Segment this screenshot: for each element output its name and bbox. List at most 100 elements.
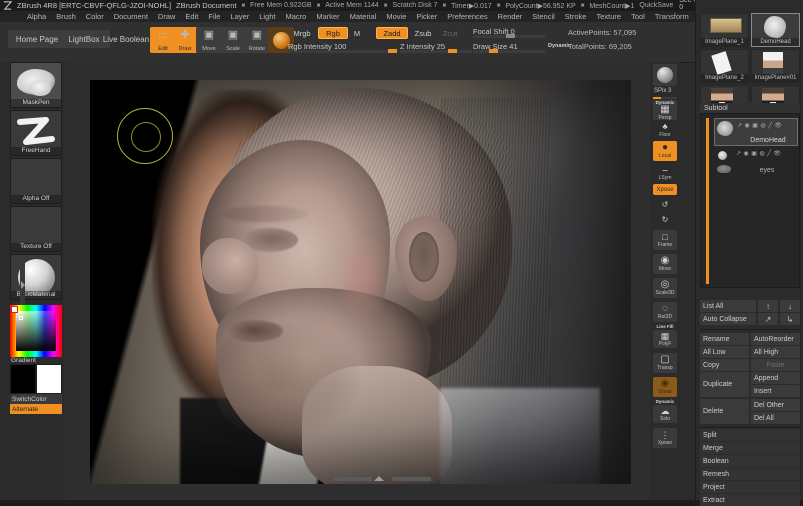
project-button[interactable]: Project <box>700 481 800 493</box>
visibility-icon[interactable]: ◉ <box>744 150 749 157</box>
split-button[interactable]: Split <box>700 429 800 441</box>
delete-button[interactable]: Delete <box>700 399 749 424</box>
subtool-item-demohead[interactable]: ↗ ◉ ▣ ◍ ╱ 👁 DemoHead <box>714 118 798 146</box>
current-texture-swatch[interactable]: Texture Off <box>10 206 62 252</box>
xpose-button[interactable]: Xpose <box>653 184 677 195</box>
color-picker[interactable] <box>10 305 62 357</box>
copy-button[interactable]: Copy <box>700 359 749 371</box>
scale3d-button[interactable]: ◎ Scale3D <box>653 278 677 298</box>
visibility-icon[interactable]: ◉ <box>745 122 750 129</box>
del-other-button[interactable]: Del Other <box>751 399 800 411</box>
circle-icon[interactable]: ◍ <box>760 122 765 129</box>
switch-color-button[interactable]: SwitchColor <box>10 394 62 404</box>
left-shelf-collapse-handle[interactable] <box>20 262 25 308</box>
menu-item-tool[interactable]: Tool <box>626 11 650 22</box>
menu-item-render[interactable]: Render <box>493 11 528 22</box>
eye-icon[interactable]: 👁 <box>774 122 782 129</box>
move-out-button[interactable]: ↗ <box>758 313 778 325</box>
document-viewport[interactable] <box>90 80 631 484</box>
subtool-item-eyes[interactable]: ↗ ◉ ▣ ◍ ╱ 👁 eyes <box>714 147 798 175</box>
current-brush-swatch[interactable]: MaskPen <box>10 62 62 108</box>
canvas-area[interactable] <box>65 62 650 500</box>
all-high-button[interactable]: All High <box>751 346 800 358</box>
floor-button[interactable]: ♣ Floor <box>653 122 677 138</box>
zcut-button[interactable]: Zcut <box>438 27 462 39</box>
secondary-color-swatch[interactable] <box>36 364 62 394</box>
menu-item-stroke[interactable]: Stroke <box>560 11 592 22</box>
menu-item-color[interactable]: Color <box>81 11 109 22</box>
menu-item-preferences[interactable]: Preferences <box>442 11 492 22</box>
menu-item-layer[interactable]: Layer <box>225 11 254 22</box>
menu-item-document[interactable]: Document <box>109 11 153 22</box>
rename-button[interactable]: Rename <box>700 333 749 345</box>
menu-item-brush[interactable]: Brush <box>51 11 81 22</box>
append-button[interactable]: Append <box>751 372 800 384</box>
spix-slider[interactable]: SPix 3 <box>653 88 677 99</box>
rot3d-button[interactable]: ◌ Rot3D <box>653 302 677 322</box>
menu-item-material[interactable]: Material <box>345 11 382 22</box>
quicksave-button[interactable]: QuickSave <box>639 2 673 9</box>
frame-button[interactable]: □ Frame <box>653 230 677 250</box>
subtool-row-icons[interactable]: ↗ ◉ ▣ ◍ ╱ 👁 <box>736 150 781 157</box>
move-in-button[interactable]: ↳ <box>780 313 800 325</box>
alternate-button[interactable]: Alternate <box>10 404 62 414</box>
move-button[interactable]: ◉ Move <box>653 254 677 274</box>
local-button[interactable]: ● Local <box>653 141 677 161</box>
smooth-icon[interactable]: ↗ <box>736 150 741 157</box>
subtool-list[interactable]: ↗ ◉ ▣ ◍ ╱ 👁 DemoHead ↗ ◉ ▣ ◍ ╱ 👁 eyes <box>700 113 800 288</box>
autoreorder-button[interactable]: AutoReorder <box>751 333 800 345</box>
smooth-icon[interactable]: ↗ <box>737 122 742 129</box>
solo-button[interactable]: ☁ Solo <box>653 405 677 423</box>
move-handle-button[interactable]: ↻ <box>653 213 677 226</box>
list-all-button[interactable]: List All <box>700 300 756 312</box>
subtool-row-icons[interactable]: ↗ ◉ ▣ ◍ ╱ 👁 <box>737 122 782 129</box>
scale-mode-button[interactable]: ▣ Scale <box>220 27 246 53</box>
zsub-button[interactable]: Zsub <box>410 27 436 39</box>
focal-shift-slider[interactable]: Focal Shift 0 <box>473 27 545 38</box>
zadd-button[interactable]: Zadd <box>376 27 408 39</box>
tool-thumbnail-imageplane-01[interactable]: ImagePlane#01 <box>751 49 800 83</box>
pen-icon[interactable]: ╱ <box>767 150 771 157</box>
auto-collapse-button[interactable]: Auto Collapse <box>700 313 756 325</box>
menu-item-draw[interactable]: Draw <box>153 11 181 22</box>
menu-item-macro[interactable]: Macro <box>280 11 311 22</box>
menu-item-picker[interactable]: Picker <box>411 11 442 22</box>
lsym-button[interactable]: ⚊ LSym <box>653 165 677 181</box>
tool-thumbnail-demohead[interactable]: DemoHead <box>751 13 800 47</box>
mrgb-button[interactable]: Mrgb <box>288 27 316 39</box>
tool-thumbnail-imageplane-1[interactable]: ImagePlane_1 <box>700 13 749 47</box>
current-stroke-swatch[interactable]: FreeHand <box>10 110 62 156</box>
preview-sphere-button[interactable] <box>653 64 677 86</box>
all-low-button[interactable]: All Low <box>700 346 749 358</box>
boolean-button[interactable]: Boolean <box>700 455 800 467</box>
draw-size-slider[interactable]: Draw Size 41 <box>473 42 545 53</box>
m-button[interactable]: M <box>350 27 364 39</box>
eye-icon[interactable]: 👁 <box>773 150 781 157</box>
color-pair[interactable] <box>10 364 62 394</box>
canvas-scroll-indicator[interactable] <box>333 476 431 481</box>
merge-button[interactable]: Merge <box>700 442 800 454</box>
move-down-button[interactable]: ↓ <box>780 300 800 312</box>
del-all-button[interactable]: Del All <box>751 412 800 424</box>
persp-button[interactable]: Dynamic ▦ Persp <box>653 100 677 121</box>
pen-icon[interactable]: ╱ <box>768 122 772 129</box>
menu-item-movie[interactable]: Movie <box>381 11 411 22</box>
rotate-handle-button[interactable]: ↺ <box>653 198 677 211</box>
rgb-button[interactable]: Rgb <box>318 27 348 39</box>
move-up-button[interactable]: ↑ <box>758 300 778 312</box>
move-mode-button[interactable]: ▣ Move <box>196 27 222 53</box>
rgb-intensity-slider[interactable]: Rgb Intensity 100 <box>288 42 398 53</box>
menu-item-marker[interactable]: Marker <box>311 11 344 22</box>
menu-item-texture[interactable]: Texture <box>591 11 626 22</box>
current-alpha-swatch[interactable]: Alpha Off <box>10 158 62 204</box>
live-boolean-button[interactable]: Live Boolean <box>96 30 156 48</box>
circle-icon[interactable]: ◍ <box>759 150 764 157</box>
remesh-button[interactable]: Remesh <box>700 468 800 480</box>
tool-thumbnail-imageplane-2[interactable]: ImagePlane_2 <box>700 49 749 83</box>
polypaint-icon[interactable]: ▣ <box>751 150 757 157</box>
duplicate-button[interactable]: Duplicate <box>700 372 749 397</box>
menu-item-transform[interactable]: Transform <box>650 11 694 22</box>
insert-button[interactable]: Insert <box>751 385 800 397</box>
polypaint-icon[interactable]: ▣ <box>752 122 758 129</box>
paste-button[interactable]: Paste <box>751 359 800 371</box>
